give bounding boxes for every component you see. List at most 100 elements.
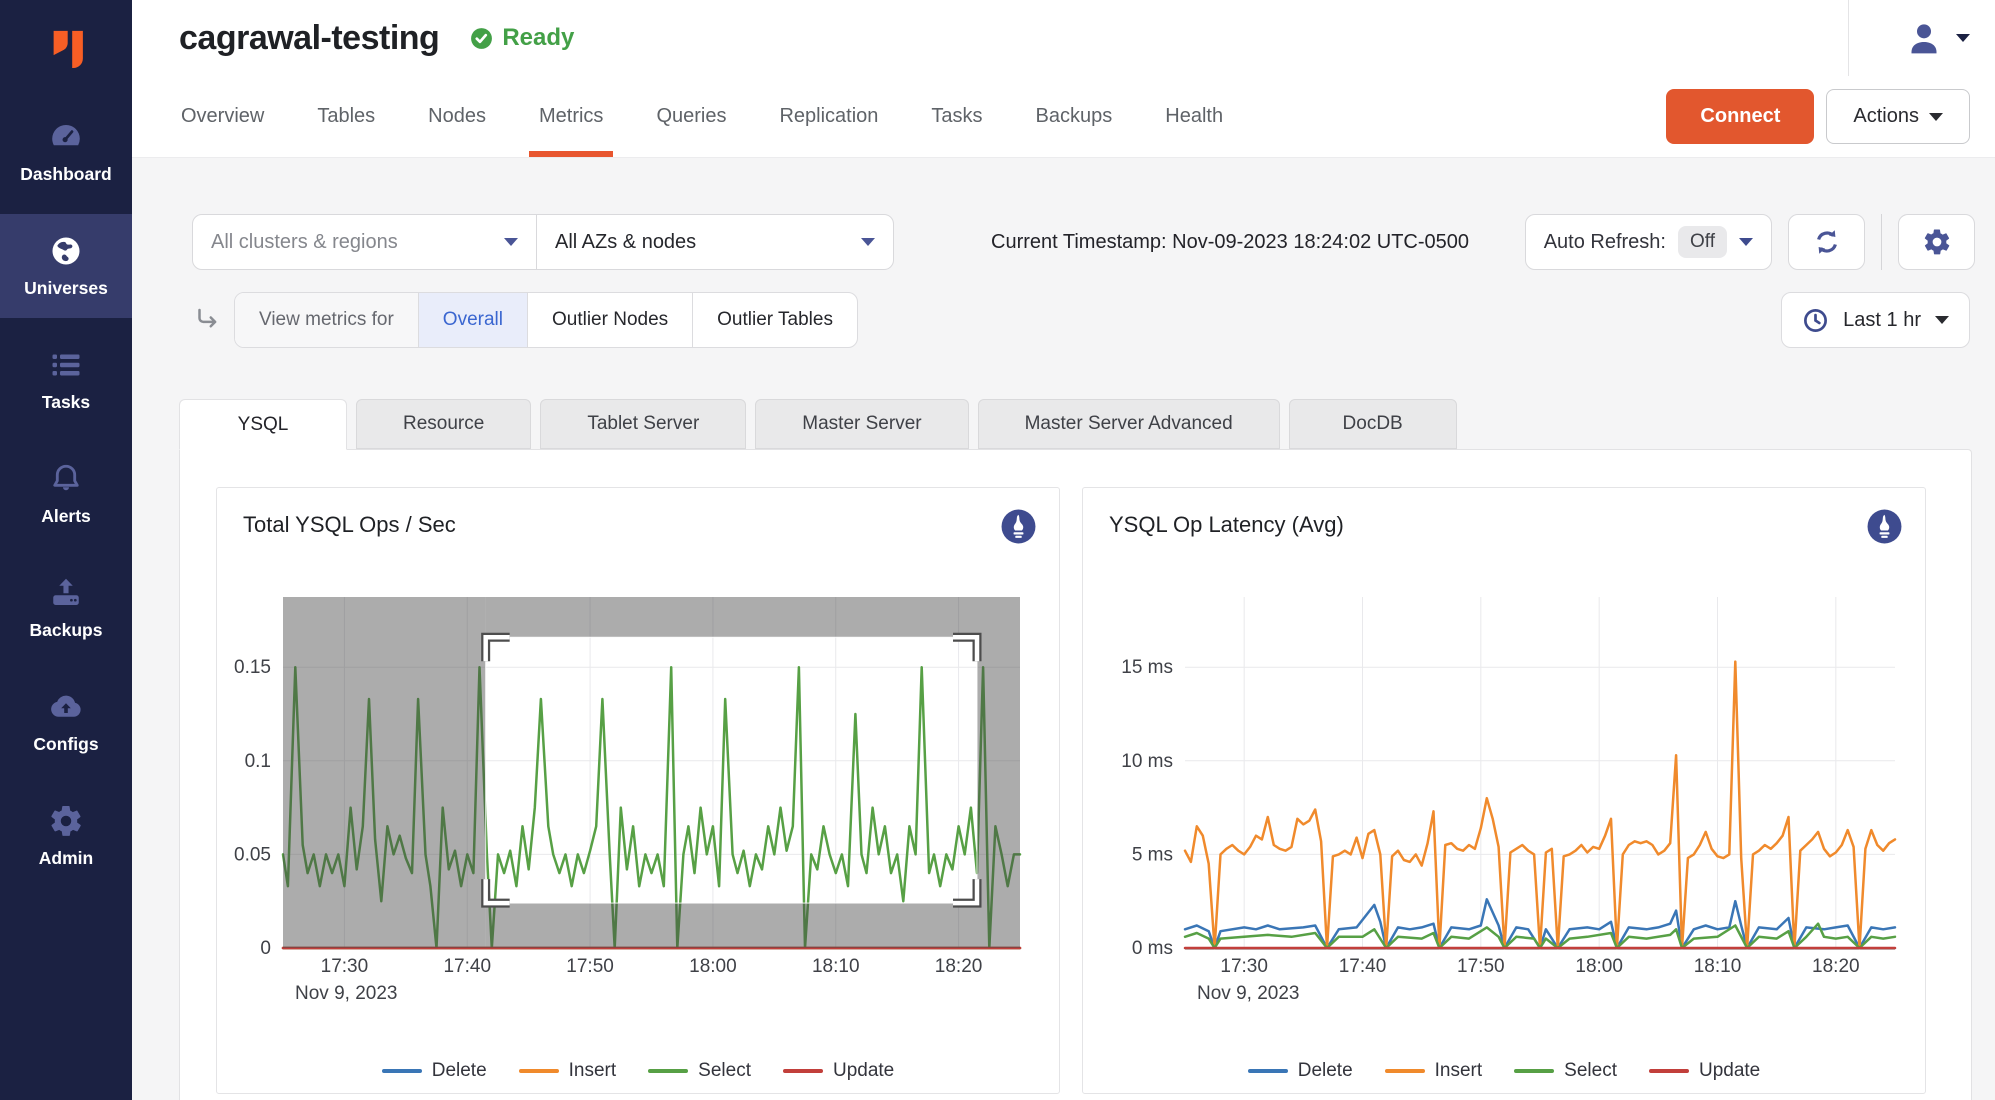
tab-backups[interactable]: Backups	[1034, 76, 1115, 157]
metric-tab-tablet-server[interactable]: Tablet Server	[540, 399, 746, 449]
sidebar-item-label: Admin	[39, 848, 93, 869]
sidebar-item-dashboard[interactable]: Dashboard	[0, 100, 132, 204]
chart-title: YSQL Op Latency (Avg)	[1109, 512, 1344, 538]
sidebar-item-label: Configs	[33, 734, 98, 755]
prometheus-icon[interactable]	[1000, 508, 1037, 550]
svg-text:17:30: 17:30	[321, 956, 369, 977]
current-timestamp: Current Timestamp: Nov-09-2023 18:24:02 …	[991, 231, 1469, 254]
svg-text:15 ms: 15 ms	[1121, 657, 1173, 678]
bell-icon	[48, 461, 84, 497]
actions-label: Actions	[1853, 105, 1919, 128]
view-option-overall[interactable]: Overall	[418, 293, 527, 347]
metrics-settings-button[interactable]	[1898, 214, 1975, 270]
legend-insert[interactable]: Insert	[519, 1060, 617, 1082]
metric-tab-master-server-advanced[interactable]: Master Server Advanced	[978, 399, 1280, 449]
sidebar-item-backups[interactable]: Backups	[0, 556, 132, 660]
page-title: cagrawal-testing	[179, 19, 439, 58]
svg-text:Nov 9, 2023: Nov 9, 2023	[1197, 983, 1299, 1004]
prometheus-icon[interactable]	[1866, 508, 1903, 550]
svg-text:18:20: 18:20	[935, 956, 983, 977]
legend-select[interactable]: Select	[648, 1060, 751, 1082]
status-badge: Ready	[469, 24, 574, 52]
svg-text:18:00: 18:00	[1575, 956, 1623, 977]
legend-delete[interactable]: Delete	[1248, 1060, 1353, 1082]
time-range-dropdown[interactable]: Last 1 hr	[1781, 292, 1970, 348]
tab-replication[interactable]: Replication	[777, 76, 880, 157]
gear-icon	[48, 803, 84, 839]
chart-card-ysql-latency: YSQL Op Latency (Avg) 17:3017:4017:5018:…	[1082, 487, 1926, 1094]
view-option-outlier-nodes[interactable]: Outlier Nodes	[527, 293, 692, 347]
metric-category-tabs: YSQL Resource Tablet Server Master Serve…	[179, 399, 1995, 449]
ysql-ops-chart[interactable]: 17:3017:4017:5018:0018:1018:2000.050.10.…	[217, 558, 1061, 1028]
tab-overview[interactable]: Overview	[179, 76, 266, 157]
sidebar-item-alerts[interactable]: Alerts	[0, 442, 132, 546]
legend-insert[interactable]: Insert	[1385, 1060, 1483, 1082]
legend-swatch	[1649, 1069, 1689, 1073]
metrics-content: All clusters & regions All AZs & nodes C…	[132, 158, 1995, 1100]
sidebar-item-tasks[interactable]: Tasks	[0, 328, 132, 432]
tab-nodes[interactable]: Nodes	[426, 76, 488, 157]
svg-text:17:40: 17:40	[443, 956, 491, 977]
sidebar-item-admin[interactable]: Admin	[0, 784, 132, 888]
auto-refresh-dropdown[interactable]: Auto Refresh: Off	[1525, 214, 1772, 270]
yugabyte-logo[interactable]	[0, 0, 132, 100]
check-circle-icon	[469, 26, 494, 51]
legend-select[interactable]: Select	[1514, 1060, 1617, 1082]
cluster-region-filter-value: All clusters & regions	[211, 231, 398, 254]
status-label: Ready	[502, 24, 574, 52]
chevron-down-icon	[1935, 316, 1949, 324]
ysql-latency-chart[interactable]: 17:3017:4017:5018:0018:1018:200 ms5 ms10…	[1083, 558, 1927, 1028]
svg-text:17:50: 17:50	[1457, 956, 1505, 977]
metric-tab-resource[interactable]: Resource	[356, 399, 531, 449]
yugabyte-logo-icon	[39, 23, 93, 77]
tab-health[interactable]: Health	[1163, 76, 1225, 157]
svg-text:18:10: 18:10	[812, 956, 860, 977]
refresh-button[interactable]	[1788, 214, 1865, 270]
svg-text:18:20: 18:20	[1812, 956, 1860, 977]
tab-queries[interactable]: Queries	[654, 76, 728, 157]
az-node-filter[interactable]: All AZs & nodes	[536, 214, 894, 270]
cloud-icon	[48, 689, 84, 725]
sidebar-item-universes[interactable]: Universes	[0, 214, 132, 318]
app-root: Dashboard Universes Tasks	[0, 0, 1995, 1100]
legend-swatch	[1385, 1069, 1425, 1073]
tab-tables[interactable]: Tables	[315, 76, 377, 157]
chevron-down-icon	[1929, 113, 1943, 121]
svg-text:0.05: 0.05	[234, 844, 271, 865]
time-range-value: Last 1 hr	[1843, 309, 1921, 332]
sidebar-item-label: Dashboard	[20, 164, 111, 185]
elbow-arrow-icon	[192, 305, 222, 335]
sidebar-item-label: Alerts	[41, 506, 91, 527]
legend-swatch	[1248, 1069, 1288, 1073]
view-metrics-segmented-control: View metrics for Overall Outlier Nodes O…	[234, 292, 858, 348]
chevron-down-icon	[1956, 34, 1970, 42]
tab-metrics[interactable]: Metrics	[537, 76, 605, 157]
sidebar-item-configs[interactable]: Configs	[0, 670, 132, 774]
user-menu[interactable]	[1848, 0, 1970, 76]
legend-delete[interactable]: Delete	[382, 1060, 487, 1082]
universe-tabs: Overview Tables Nodes Metrics Queries Re…	[179, 76, 1225, 157]
svg-text:0 ms: 0 ms	[1132, 938, 1173, 959]
connect-button[interactable]: Connect	[1666, 89, 1814, 144]
refresh-icon	[1812, 227, 1842, 257]
metric-tab-master-server[interactable]: Master Server	[755, 399, 968, 449]
chevron-down-icon	[861, 238, 875, 246]
svg-text:10 ms: 10 ms	[1121, 751, 1173, 772]
chart-card-ysql-ops: Total YSQL Ops / Sec 17:3017:4017:5018:0…	[216, 487, 1060, 1094]
svg-text:0.1: 0.1	[245, 751, 271, 772]
svg-text:17:40: 17:40	[1339, 956, 1387, 977]
actions-button[interactable]: Actions	[1826, 89, 1970, 144]
view-metrics-label: View metrics for	[235, 293, 418, 347]
metric-tab-ysql[interactable]: YSQL	[179, 399, 347, 450]
svg-text:5 ms: 5 ms	[1132, 844, 1173, 865]
cluster-region-filter[interactable]: All clusters & regions	[192, 214, 537, 270]
legend-update[interactable]: Update	[783, 1060, 894, 1082]
metric-tab-docdb[interactable]: DocDB	[1289, 399, 1457, 449]
clock-icon	[1802, 307, 1829, 334]
view-option-outlier-tables[interactable]: Outlier Tables	[692, 293, 857, 347]
gear-icon	[1922, 227, 1952, 257]
backup-icon	[48, 575, 84, 611]
legend-swatch	[1514, 1069, 1554, 1073]
tab-tasks[interactable]: Tasks	[929, 76, 984, 157]
legend-update[interactable]: Update	[1649, 1060, 1760, 1082]
